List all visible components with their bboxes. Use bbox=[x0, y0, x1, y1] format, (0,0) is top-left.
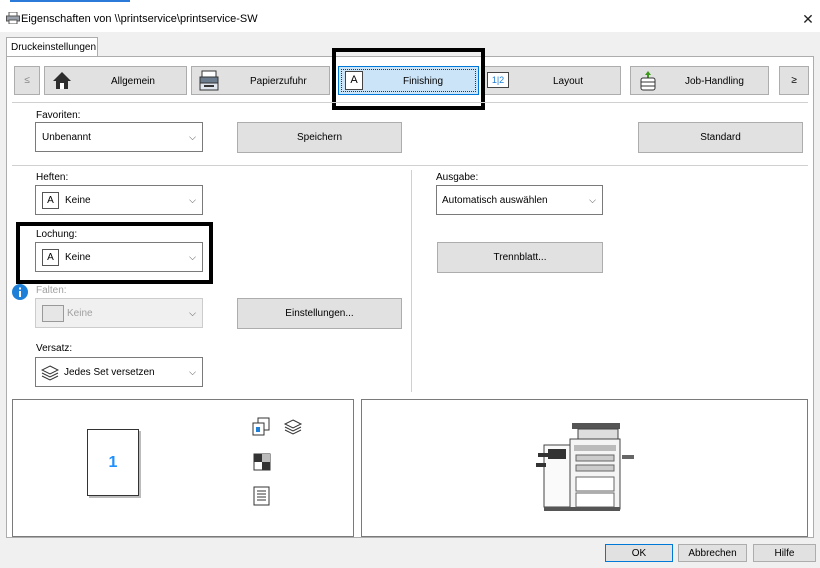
info-icon bbox=[12, 284, 28, 300]
job-handling-icon bbox=[640, 71, 656, 91]
color-mode-icon bbox=[253, 453, 271, 471]
copies-icon bbox=[252, 417, 270, 436]
nav-label: Papierzufuhr bbox=[250, 76, 307, 87]
nav-layout[interactable]: 1|2 Layout bbox=[483, 66, 621, 95]
title-bar: Eigenschaften von \\printservice\printse… bbox=[0, 2, 820, 32]
nav-job-handling[interactable]: Job-Handling bbox=[630, 66, 769, 95]
output-label: Ausgabe: bbox=[436, 172, 479, 183]
chevron-down-icon: ⌵ bbox=[189, 252, 196, 262]
fold-icon bbox=[42, 305, 64, 322]
nav-label: Layout bbox=[553, 76, 584, 87]
default-button[interactable]: Standard bbox=[638, 122, 803, 153]
vertical-divider bbox=[411, 170, 412, 392]
fold-dropdown: Keine ⌵ bbox=[35, 298, 203, 328]
favorites-label: Favoriten: bbox=[36, 110, 81, 121]
punch-icon: A bbox=[42, 249, 59, 266]
punch-label: Lochung: bbox=[36, 229, 78, 240]
offset-stack-icon bbox=[283, 419, 303, 435]
paper-tray-icon bbox=[199, 70, 219, 91]
printer-illustration-icon bbox=[536, 423, 634, 511]
punch-value: Keine bbox=[65, 252, 91, 263]
output-dropdown[interactable]: Automatisch auswählen ⌵ bbox=[436, 185, 603, 215]
chevron-down-icon: ⌵ bbox=[189, 195, 196, 205]
tab-druckeinstellungen[interactable]: Druckeinstellungen bbox=[6, 37, 98, 57]
offset-label: Versatz: bbox=[36, 343, 73, 354]
fold-label: Falten: bbox=[36, 285, 67, 296]
nav-papierzufuhr[interactable]: Papierzufuhr bbox=[191, 66, 330, 95]
punch-dropdown[interactable]: A Keine ⌵ bbox=[35, 242, 203, 272]
layout-icon: 1|2 bbox=[487, 72, 509, 88]
favorites-dropdown[interactable]: Unbenannt ⌵ bbox=[35, 122, 203, 152]
page-number: 1 bbox=[108, 454, 118, 471]
stapling-dropdown[interactable]: A Keine ⌵ bbox=[35, 185, 203, 215]
window-title: Eigenschaften von \\printservice\printse… bbox=[21, 13, 258, 25]
offset-dropdown[interactable]: Jedes Set versetzen ⌵ bbox=[35, 357, 203, 387]
offset-stack-icon bbox=[41, 365, 59, 381]
save-button[interactable]: Speichern bbox=[237, 122, 402, 153]
favorites-value: Unbenannt bbox=[42, 132, 91, 143]
cancel-button[interactable]: Abbrechen bbox=[678, 544, 747, 562]
chevron-down-icon: ⌵ bbox=[589, 195, 596, 205]
ok-button[interactable]: OK bbox=[605, 544, 673, 562]
chevron-down-icon: ⌵ bbox=[189, 308, 196, 318]
divider bbox=[12, 102, 808, 103]
help-button[interactable]: Hilfe bbox=[753, 544, 816, 562]
close-button[interactable]: ✕ bbox=[796, 9, 820, 29]
stapling-value: Keine bbox=[65, 195, 91, 206]
chevron-down-icon: ⌵ bbox=[189, 367, 196, 377]
offset-value: Jedes Set versetzen bbox=[64, 367, 155, 378]
nav-allgemein[interactable]: Allgemein bbox=[44, 66, 187, 95]
output-value: Automatisch auswählen bbox=[442, 195, 548, 206]
nav-prev-button[interactable]: ≤ bbox=[14, 66, 40, 95]
nav-label: Allgemein bbox=[111, 76, 155, 87]
printer-icon bbox=[6, 12, 20, 24]
nav-next-button[interactable]: ≥ bbox=[779, 66, 809, 95]
fold-value: Keine bbox=[67, 308, 93, 319]
chevron-down-icon: ⌵ bbox=[189, 132, 196, 142]
nav-label: Job-Handling bbox=[685, 76, 744, 87]
divider bbox=[12, 165, 808, 166]
document-icon bbox=[253, 486, 270, 506]
separator-sheet-button[interactable]: Trennblatt... bbox=[437, 242, 603, 273]
highlight-frame-finishing bbox=[332, 48, 485, 110]
page-preview: 1 bbox=[87, 429, 139, 496]
fold-settings-button[interactable]: Einstellungen... bbox=[237, 298, 402, 329]
stapling-icon: A bbox=[42, 192, 59, 209]
stapling-label: Heften: bbox=[36, 172, 69, 183]
home-icon bbox=[53, 72, 71, 89]
